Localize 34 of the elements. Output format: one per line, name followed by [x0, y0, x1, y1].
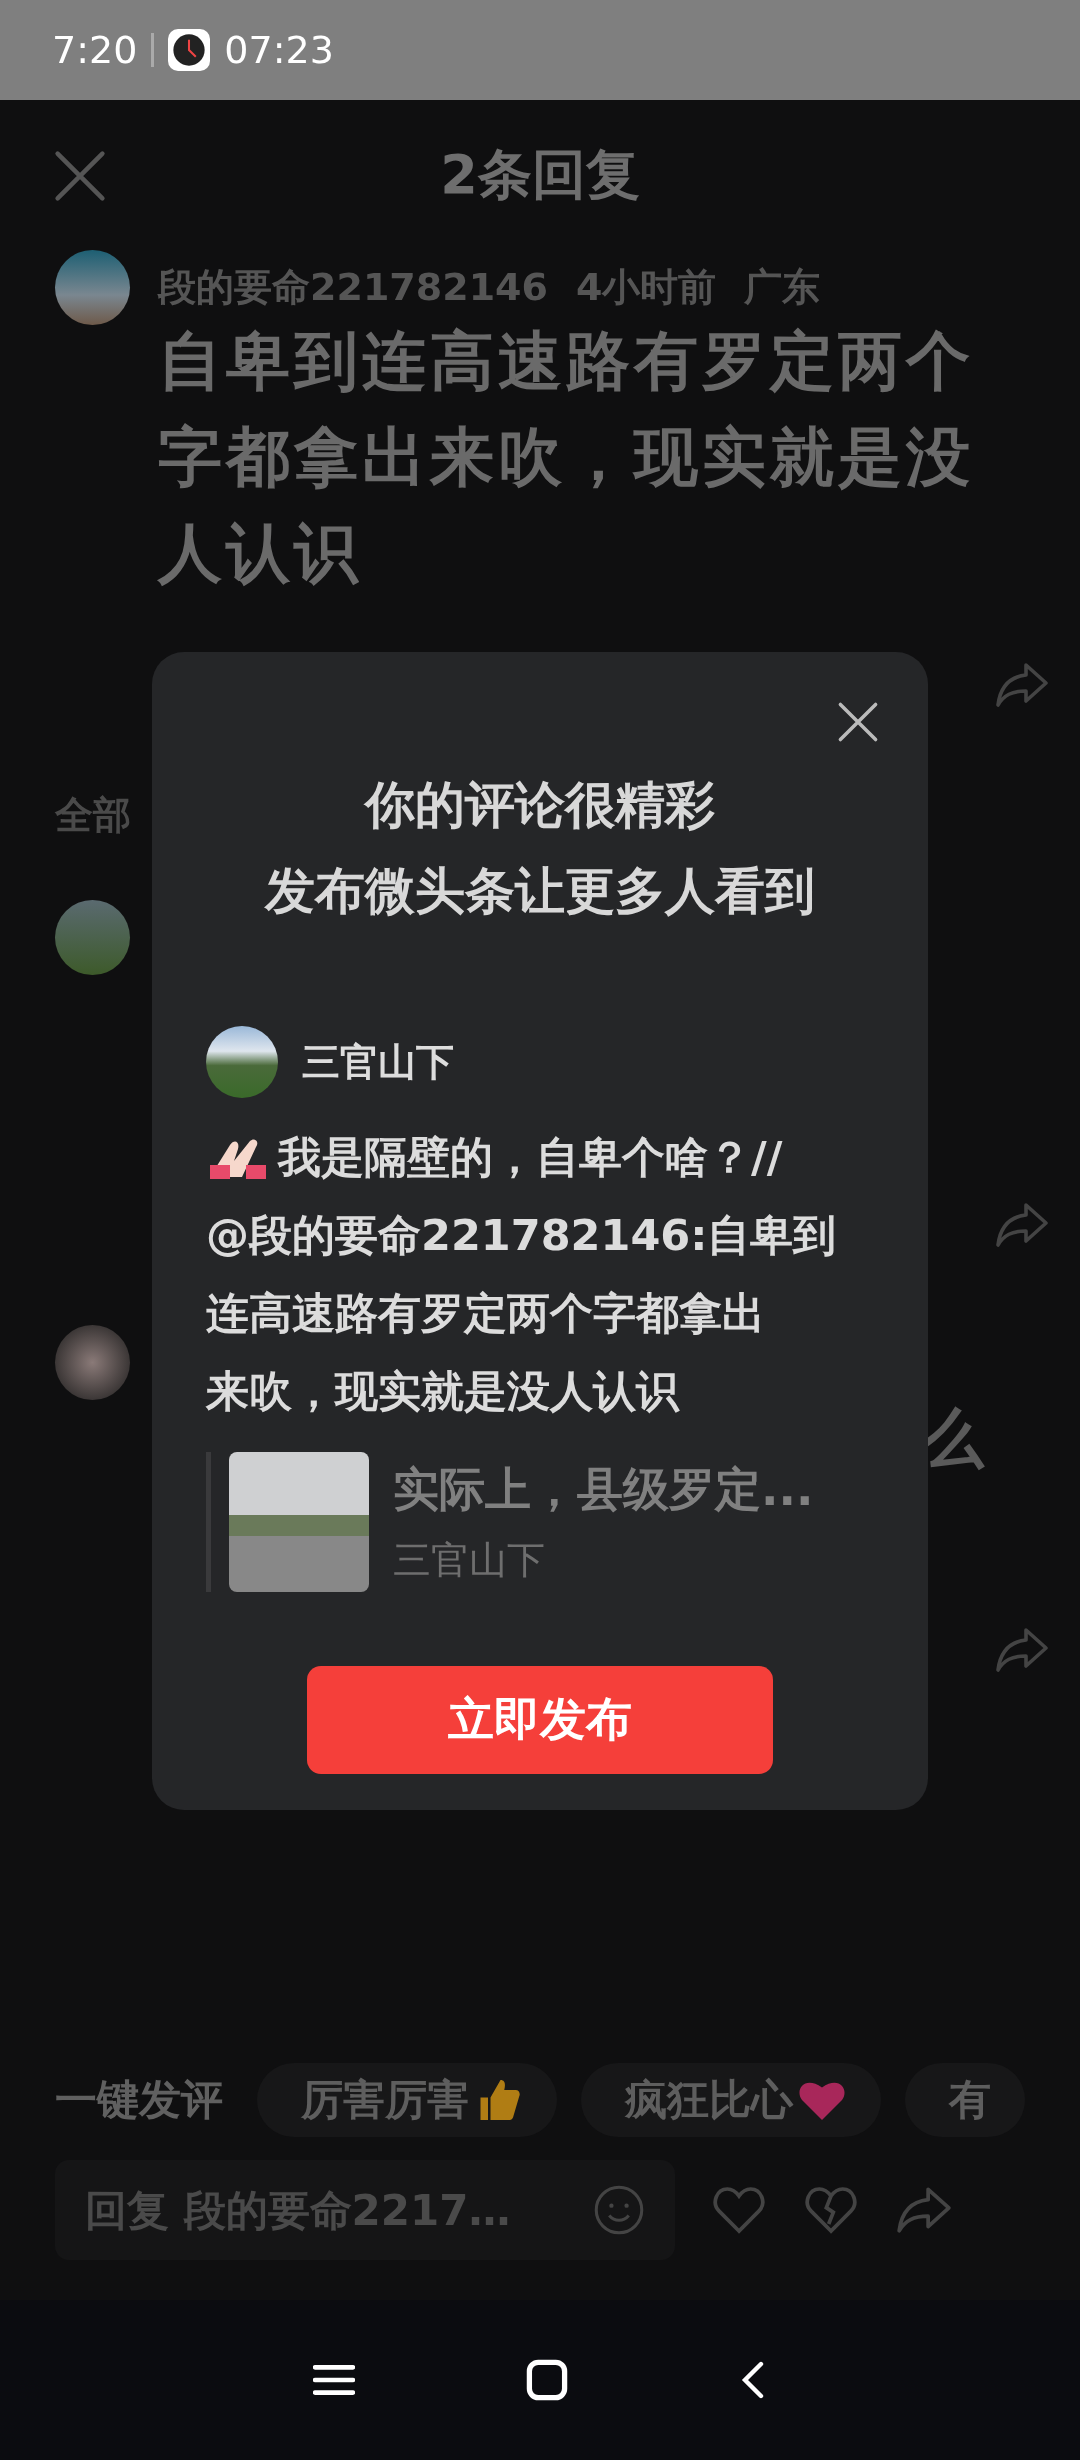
- clock-time: 07:23: [224, 28, 334, 72]
- quick-reply-chip[interactable]: 厉害厉害: [257, 2063, 557, 2137]
- home-icon[interactable]: [525, 2358, 569, 2402]
- quick-reply-label: 一键发评: [55, 2074, 223, 2126]
- dialog-title: 发布微头条让更多人看到: [263, 861, 816, 922]
- quick-reply-chip[interactable]: 有: [905, 2063, 1025, 2137]
- comment-time: 4小时前: [575, 264, 717, 311]
- dialog-title: 你的评论很精彩: [362, 775, 716, 836]
- user-name: 三官山下: [302, 1038, 454, 1086]
- quote-title[interactable]: 实际上，县级罗定...: [393, 1458, 814, 1521]
- broken-heart-icon[interactable]: [803, 2184, 859, 2236]
- clock-icon: [168, 29, 211, 71]
- comment-text: 自卑到连高速路有罗定两个字都拿出来吹，现实就是没人认识: [158, 323, 975, 592]
- section-label: 全部: [55, 792, 131, 839]
- quote-author: 三官山下: [393, 1536, 546, 1584]
- close-button[interactable]: [836, 700, 880, 744]
- heart-icon[interactable]: [711, 2184, 767, 2236]
- share-icon[interactable]: [994, 1625, 1050, 1675]
- post-text: @段的要命221782146:自卑到: [206, 1209, 838, 1262]
- share-icon[interactable]: [994, 660, 1050, 710]
- comment-location: 广东: [744, 264, 821, 311]
- publish-button[interactable]: 立即发布: [307, 1666, 773, 1774]
- comment-author[interactable]: 段的要命221782146: [158, 262, 548, 313]
- post-text: 来吹，现实就是没人认识: [206, 1365, 681, 1418]
- status-time: 7:20: [52, 28, 138, 72]
- header-title: 2条回复: [440, 141, 640, 208]
- share-icon[interactable]: [895, 2185, 953, 2235]
- reply-text: 么: [920, 1400, 984, 1477]
- share-icon[interactable]: [994, 1200, 1050, 1250]
- post-text: 我是隔壁的，自卑个啥？//: [278, 1131, 783, 1184]
- post-text: 连高速路有罗定两个字都拿出: [206, 1287, 766, 1340]
- quick-reply-chip[interactable]: 疯狂比心: [581, 2063, 881, 2137]
- menu-icon[interactable]: [313, 2363, 355, 2397]
- emoji-icon[interactable]: [593, 2184, 645, 2236]
